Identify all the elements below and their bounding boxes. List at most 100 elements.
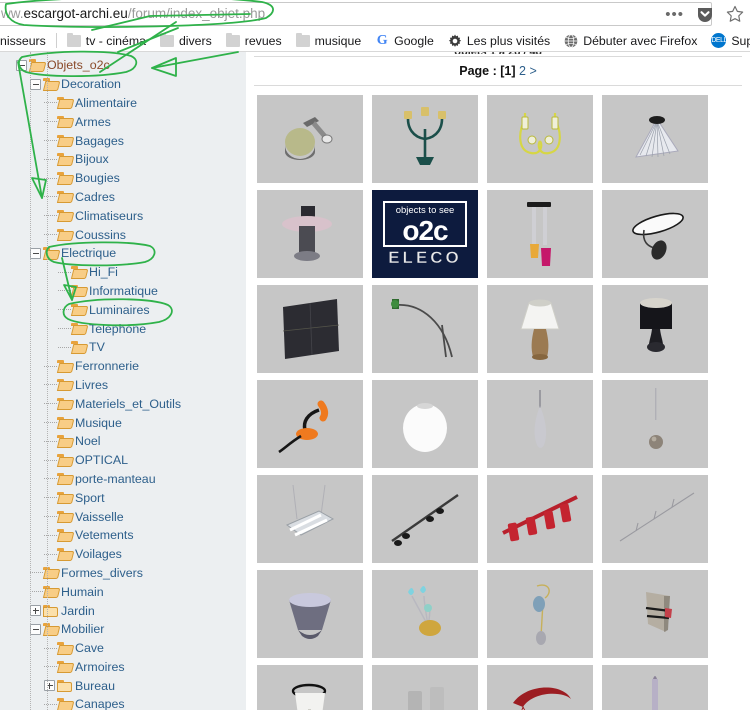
page-actions-ellipsis-icon[interactable]: ••• — [665, 7, 684, 22]
expand-icon[interactable] — [44, 680, 55, 692]
bookmark-musique[interactable]: musique — [289, 29, 368, 52]
tree-node-optical[interactable]: OPTICAL — [0, 451, 246, 470]
tree-node-jardin[interactable]: Jardin — [0, 601, 246, 620]
thumbnail-white-shade-table-lamp[interactable] — [487, 285, 593, 373]
tree-guide-line — [30, 52, 31, 710]
thumbnail-red-swirl-sconce[interactable] — [487, 665, 593, 710]
thumbnail-pulley-counterweight-lamp[interactable] — [487, 570, 593, 658]
thumbnail-black-drum-table-lamp[interactable] — [602, 285, 708, 373]
pagination-page-2[interactable]: 2 — [519, 64, 526, 78]
tree-guide-line — [47, 52, 48, 710]
tree-node-vetements[interactable]: Vetements — [0, 526, 246, 545]
thumbnail-yellow-wire-chandelier[interactable] — [487, 95, 593, 183]
thumbnail-orange-clamp-desk-lamp[interactable] — [257, 380, 363, 468]
collapse-icon[interactable] — [30, 78, 41, 90]
tree-node-electrique[interactable]: Electrique — [0, 244, 246, 263]
thumbnail-wall-lamp-olive-dome[interactable] — [257, 95, 363, 183]
tree-node-musique[interactable]: Musique — [0, 413, 246, 432]
collapse-icon[interactable] — [16, 59, 27, 71]
collapse-icon[interactable] — [30, 247, 41, 259]
tree-node-coussins[interactable]: Coussins — [0, 225, 246, 244]
bookmark-debuter-avec-firefox[interactable]: Débuter avec Firefox — [557, 29, 704, 52]
bookmark-label: Google — [394, 33, 434, 48]
tree-node-climatiseurs[interactable]: Climatiseurs — [0, 206, 246, 225]
tree-node-bureau[interactable]: Bureau — [0, 676, 246, 695]
tree-node-decoration[interactable]: Decoration — [0, 75, 246, 94]
bookmark-google[interactable]: G Google — [368, 29, 441, 52]
tree-connector — [44, 440, 57, 442]
thumbnail-red-track-spotlights[interactable] — [487, 475, 593, 563]
tree-node-vaisselle[interactable]: Vaisselle — [0, 507, 246, 526]
thumbnail-folded-fan-sconce[interactable] — [602, 570, 708, 658]
thumbnail-eleco-o2c-logo[interactable]: objects to see o2c ELECO — [372, 190, 478, 278]
thumbnail-white-pendant-ring[interactable] — [257, 665, 363, 710]
bookmark-support-precision[interactable]: DELL Support pour Precisio... — [704, 29, 750, 52]
tree-connector — [58, 271, 71, 273]
thumbnail-purple-candle-holder[interactable] — [602, 665, 708, 710]
thumbnail-twin-tube-pendant[interactable] — [487, 190, 593, 278]
tree-node-humain[interactable]: Humain — [0, 582, 246, 601]
url-domain: escargot-archi.eu — [23, 6, 128, 21]
tree-node-armoires[interactable]: Armoires — [0, 658, 246, 677]
tree-node-formes-divers[interactable]: Formes_divers — [0, 564, 246, 583]
tree-node-bijoux[interactable]: Bijoux — [0, 150, 246, 169]
pagination-next-arrow[interactable]: > — [529, 64, 536, 78]
tree-node-mobilier[interactable]: Mobilier — [0, 620, 246, 639]
bookmark-nisseurs[interactable]: nisseurs — [0, 29, 53, 52]
tree-connector — [44, 534, 57, 536]
thumbnail-small-sphere-pendant[interactable] — [602, 380, 708, 468]
expand-icon[interactable] — [30, 605, 41, 616]
tree-node-porte-manteau[interactable]: porte-manteau — [0, 470, 246, 489]
tree-node-cadres[interactable]: Cadres — [0, 188, 246, 207]
thumbnail-disc-wall-sconce[interactable] — [602, 190, 708, 278]
tree-node-voilages[interactable]: Voilages — [0, 545, 246, 564]
thumbnail-curved-street-lamp[interactable] — [372, 285, 478, 373]
pocket-save-icon[interactable] — [696, 5, 714, 23]
tree-node-hi-fi[interactable]: Hi_Fi — [0, 263, 246, 282]
bookmark-divers[interactable]: divers — [153, 29, 219, 52]
tree-node-telephone[interactable]: Telephone — [0, 319, 246, 338]
tree-node-materiels-et-outils[interactable]: Materiels_et_Outils — [0, 394, 246, 413]
collapse-icon[interactable] — [30, 623, 41, 635]
thumbnail-black-track-spotlights[interactable] — [372, 475, 478, 563]
thumbnail-double-paddle-sconce[interactable] — [372, 665, 478, 710]
tree-node-tv[interactable]: TV — [0, 338, 246, 357]
tree-node-objets-o2c[interactable]: Objets_o2c — [0, 56, 246, 75]
folder-open-icon — [29, 59, 47, 72]
thumbnail-candelabra-three-arm[interactable] — [372, 95, 478, 183]
tree-node-informatique[interactable]: Informatique — [0, 282, 246, 301]
tree-node-livres[interactable]: Livres — [0, 376, 246, 395]
thumbnail-brass-floral-sconce[interactable] — [372, 570, 478, 658]
tree-node-ferronnerie[interactable]: Ferronnerie — [0, 357, 246, 376]
thumbnail-thin-wire-track-light[interactable] — [602, 475, 708, 563]
bookmark-tv-cinema[interactable]: tv - cinéma — [60, 29, 153, 52]
thumbnail-pleated-cone-pendant[interactable] — [602, 95, 708, 183]
folder-open-icon — [71, 266, 89, 279]
thumbnail-dark-flat-panel[interactable] — [257, 285, 363, 373]
address-bar[interactable]: ww.escargot-archi.eu/forum/index_objet.p… — [0, 2, 712, 26]
category-tree-sidebar[interactable]: Objets_o2c Decoration Alimentaire Armes Baga… — [0, 52, 246, 710]
tree-connector — [44, 516, 57, 518]
pulley-counterweight-lamp-render — [487, 570, 593, 658]
folder-open-icon — [57, 190, 75, 203]
bookmark-revues[interactable]: revues — [219, 29, 289, 52]
tree-node-label: Coussins — [75, 227, 126, 242]
tree-node-armes[interactable]: Armes — [0, 112, 246, 131]
tree-node-canapes[interactable]: Canapes — [0, 695, 246, 710]
thumbnail-pedestal-table-lamp[interactable] — [257, 190, 363, 278]
tree-node-luminaires[interactable]: Luminaires — [0, 300, 246, 319]
thumbnail-suspended-fluorescent-bar[interactable] — [257, 475, 363, 563]
tree-node-alimentaire[interactable]: Alimentaire — [0, 94, 246, 113]
bookmark-star-icon[interactable] — [726, 5, 744, 23]
tree-node-cave[interactable]: Cave — [0, 639, 246, 658]
tree-node-sport[interactable]: Sport — [0, 488, 246, 507]
folder-open-icon — [57, 115, 75, 128]
thumbnail-teardrop-pendant[interactable] — [487, 380, 593, 468]
tree-node-bagages[interactable]: Bagages — [0, 131, 246, 150]
thumbnail-grey-drum-shade[interactable] — [257, 570, 363, 658]
thumbnail-white-ovoid-lamp[interactable] — [372, 380, 478, 468]
bookmark-les-plus-visites[interactable]: Les plus visités — [441, 29, 557, 52]
tree-node-bougies[interactable]: Bougies — [0, 169, 246, 188]
tree-node-noel[interactable]: Noel — [0, 432, 246, 451]
url-prefix: ww. — [1, 6, 24, 21]
